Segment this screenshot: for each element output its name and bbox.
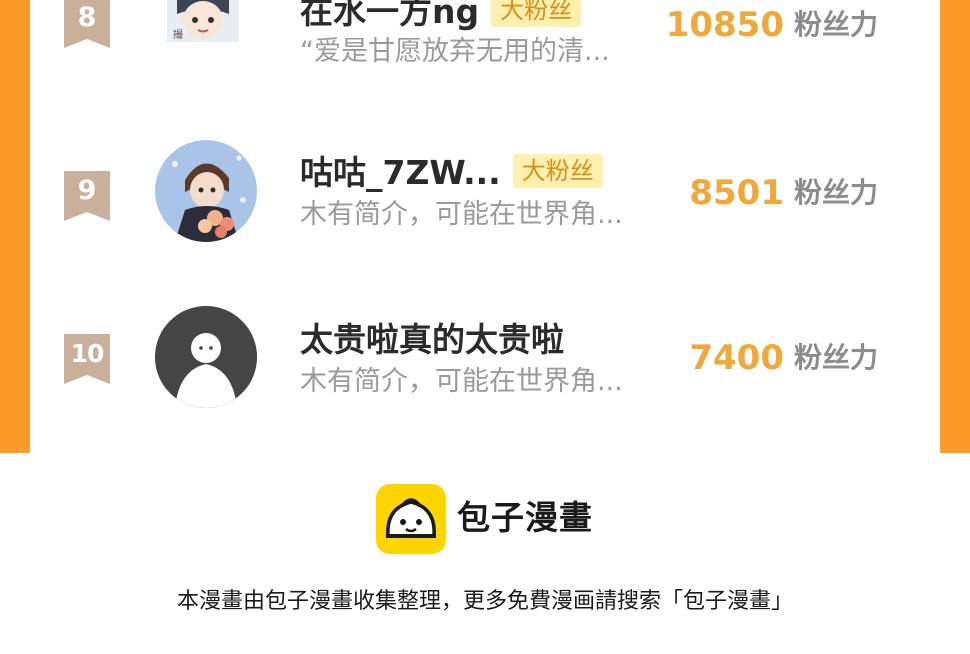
ranking-row[interactable]: 9 咕咕_7ZW... 大粉丝 木有简介，可能在世界角... 8501 粉丝力 (30, 137, 940, 247)
rank-badge: 10 (64, 334, 110, 384)
score-unit: 粉丝力 (794, 8, 879, 41)
fan-ranking-card: 8 撮 在水一方ng 大粉丝 “爱是甘愿放弃无用的清... 10850 粉丝力 9 (30, 0, 940, 453)
fan-score: 10850 (665, 5, 784, 45)
user-name-text: 咕咕_7ZW... (300, 153, 501, 192)
bun-mascot-icon[interactable] (376, 484, 446, 554)
rank-badge: 9 (64, 171, 110, 221)
user-name[interactable]: 在水一方ng 大粉丝 (300, 0, 582, 32)
fan-score: 8501 (689, 173, 784, 213)
user-description: 木有简介，可能在世界角... (300, 199, 623, 230)
app-name: 包子漫畫 (457, 498, 593, 537)
user-name-text: 在水一方ng (300, 0, 480, 31)
anime-boy-flowers-avatar[interactable] (155, 140, 257, 242)
default-user-avatar[interactable] (155, 306, 257, 408)
fan-level-badge: 大粉丝 (512, 154, 603, 188)
anime-boy-avatar[interactable]: 撮 (167, 0, 239, 42)
svg-text:撮: 撮 (173, 28, 183, 41)
fan-score: 7400 (689, 338, 784, 378)
user-name[interactable]: 咕咕_7ZW... 大粉丝 (300, 153, 603, 193)
rank-badge: 8 (64, 0, 110, 48)
user-description: 木有简介，可能在世界角... (300, 366, 623, 397)
user-description: “爱是甘愿放弃无用的清... (300, 36, 610, 67)
user-name[interactable]: 太贵啦真的太贵啦 (300, 320, 564, 360)
ranking-row[interactable]: 8 撮 在水一方ng 大粉丝 “爱是甘愿放弃无用的清... 10850 粉丝力 (30, 0, 940, 80)
score-unit: 粉丝力 (794, 341, 879, 374)
footer-note: 本漫畫由包子漫畫收集整理，更多免費漫画請搜索「包子漫畫」 (176, 589, 793, 614)
score-unit: 粉丝力 (794, 176, 879, 209)
ranking-row[interactable]: 10 太贵啦真的太贵啦 木有简介，可能在世界角... 7400 粉丝力 (30, 304, 940, 414)
fan-level-badge: 大粉丝 (491, 0, 582, 27)
